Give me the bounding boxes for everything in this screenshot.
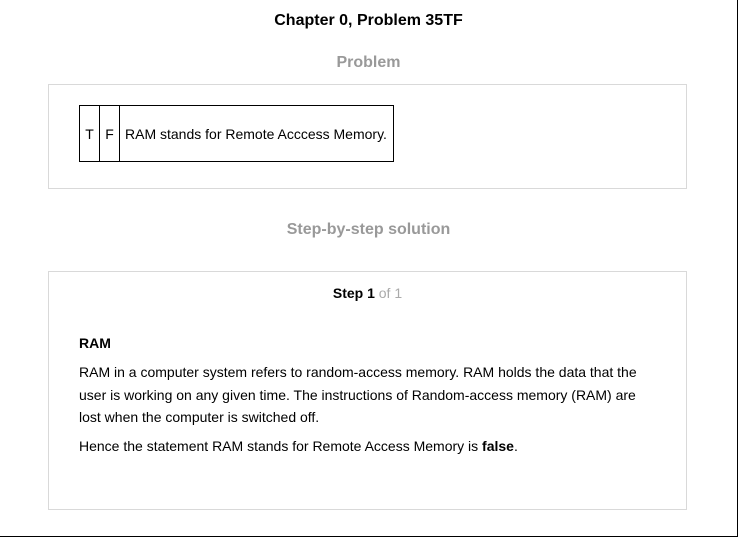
answer-false: false xyxy=(482,437,514,454)
solution-body: RAM in a computer system refers to rando… xyxy=(79,361,659,463)
solution-subheading: RAM xyxy=(79,335,111,351)
solution-heading: Step-by-step solution xyxy=(286,221,451,238)
solution-paragraph-2: Hence the statement RAM stands for Remot… xyxy=(79,435,659,458)
step-indicator: Step 1 of 1 xyxy=(49,285,686,301)
step-number: Step 1 xyxy=(332,285,375,301)
true-false-table: T F RAM stands for Remote Acccess Memory… xyxy=(79,105,394,162)
conclusion-period: . xyxy=(513,437,518,454)
step-total: of 1 xyxy=(378,285,403,301)
solution-paragraph-1: RAM in a computer system refers to rando… xyxy=(79,364,637,425)
problem-heading: Problem xyxy=(336,54,401,71)
problem-panel: T F RAM stands for Remote Acccess Memory… xyxy=(48,84,687,189)
solution-panel: Step 1 of 1 RAM RAM in a computer system… xyxy=(48,271,687,510)
conclusion-text: Hence the statement RAM stands for Remot… xyxy=(79,437,483,454)
true-option[interactable]: T xyxy=(79,105,100,162)
page-title: Chapter 0, Problem 35TF xyxy=(274,12,463,29)
problem-statement: RAM stands for Remote Acccess Memory. xyxy=(119,105,394,162)
false-option[interactable]: F xyxy=(99,105,120,162)
